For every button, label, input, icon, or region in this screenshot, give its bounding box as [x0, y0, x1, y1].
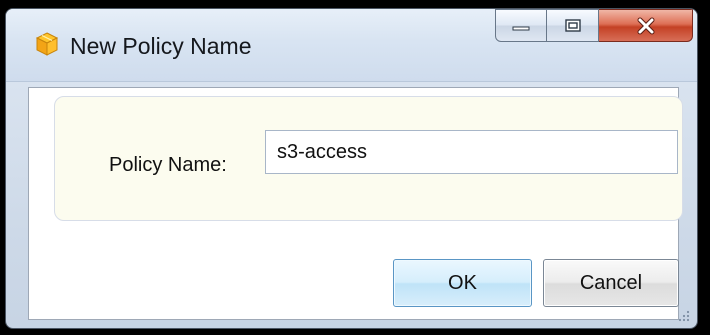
title-bar[interactable]: New Policy Name — [6, 9, 697, 82]
resize-grip-icon[interactable] — [676, 308, 690, 322]
package-icon — [34, 31, 60, 57]
ok-button[interactable]: OK — [393, 259, 532, 307]
new-policy-name-dialog: New Policy Name Policy Name: s3-access O… — [5, 8, 698, 329]
maximize-button[interactable] — [547, 9, 599, 42]
dialog-content: Policy Name: OK Cancel — [28, 87, 683, 320]
policy-name-input[interactable] — [265, 130, 678, 174]
window-title: New Policy Name — [70, 33, 252, 59]
policy-name-label: Policy Name: — [109, 154, 227, 176]
minimize-button[interactable] — [495, 9, 547, 42]
window-controls — [495, 9, 693, 42]
close-button[interactable] — [599, 9, 693, 42]
policy-name-panel: Policy Name: — [54, 96, 683, 221]
cancel-button[interactable]: Cancel — [543, 259, 679, 307]
